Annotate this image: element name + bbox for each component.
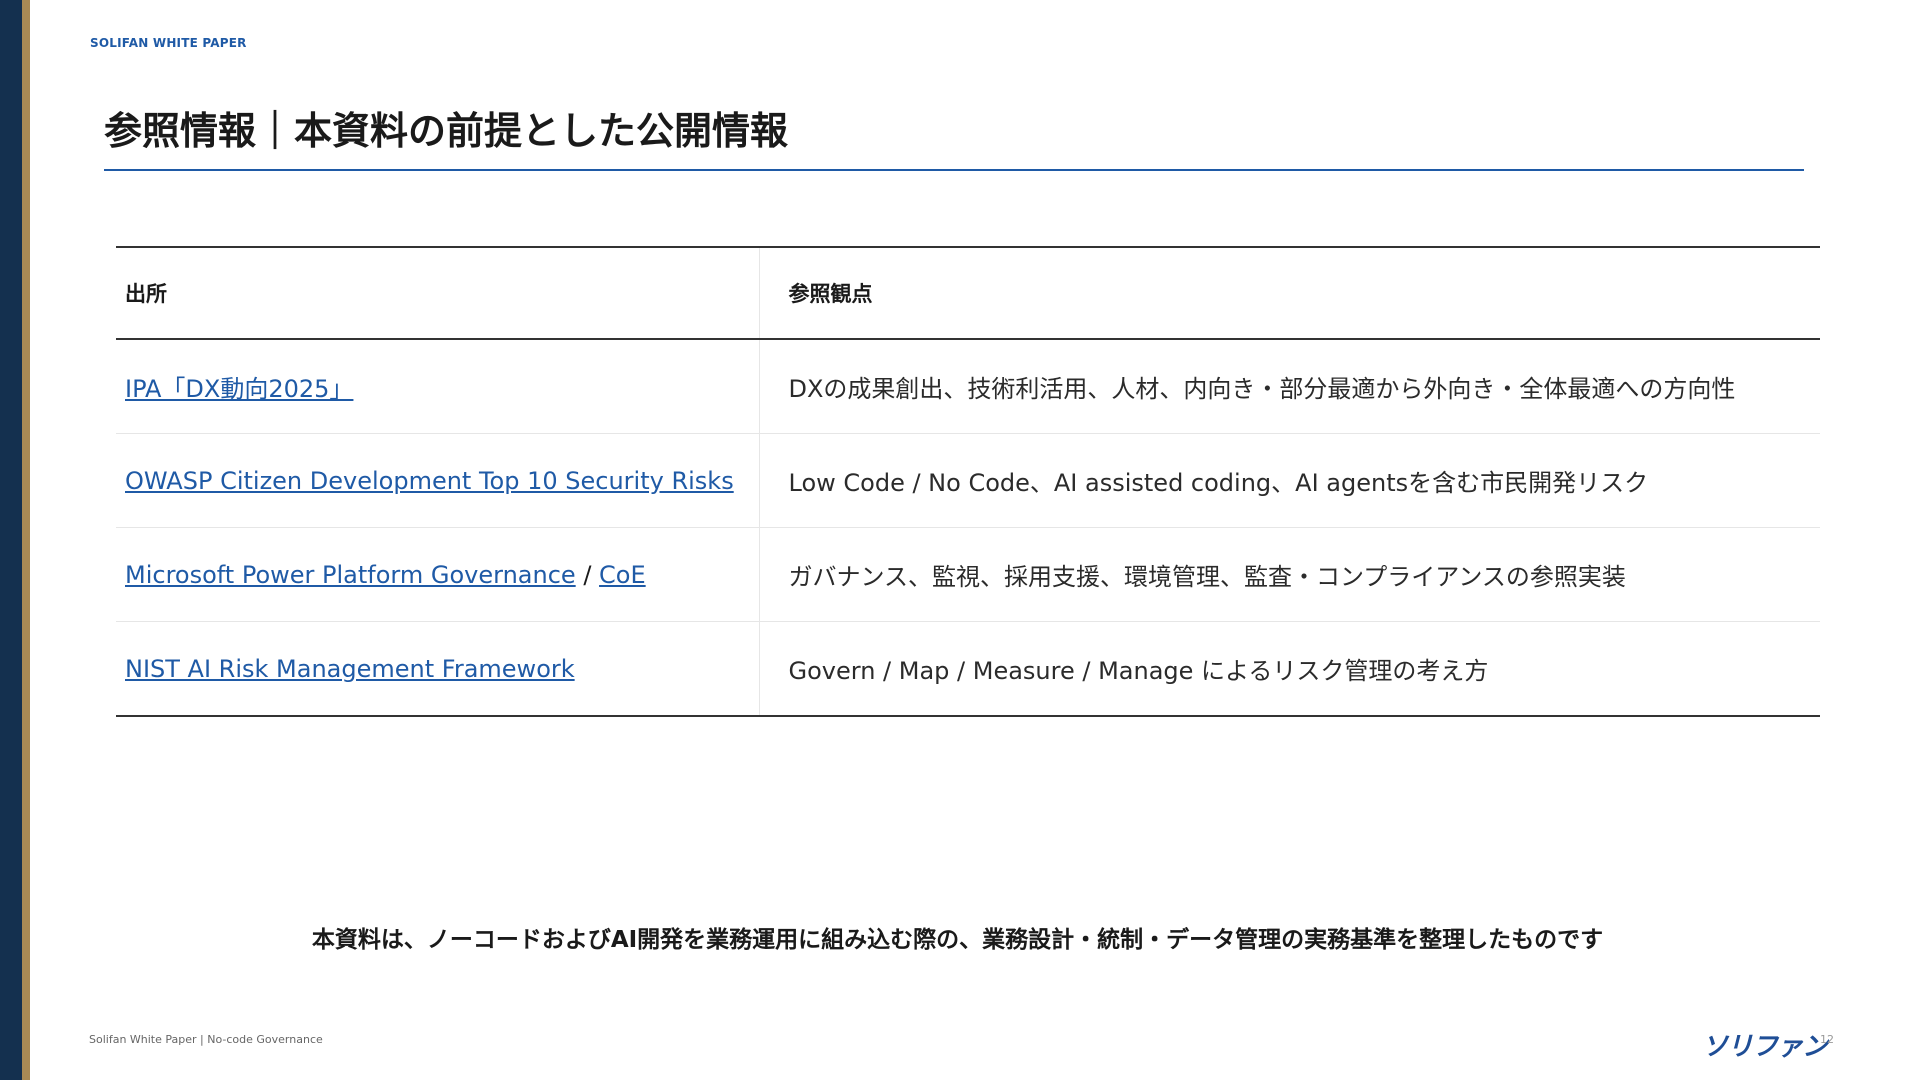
link-separator: / xyxy=(583,560,592,589)
column-header-perspective: 参照観点 xyxy=(758,247,1820,339)
owasp-link[interactable]: OWASP Citizen Development Top 10 Securit… xyxy=(125,467,734,495)
reference-table: 出所 参照観点 IPA「DX動向2025」 DXの成果創出、技術利活用、人材、内… xyxy=(116,246,1820,717)
table-row: IPA「DX動向2025」 DXの成果創出、技術利活用、人材、内向き・部分最適か… xyxy=(116,339,1820,434)
table-row: OWASP Citizen Development Top 10 Securit… xyxy=(116,433,1820,528)
table-row: NIST AI Risk Management Framework Govern… xyxy=(116,621,1820,717)
source-cell: Microsoft Power Platform Governance / Co… xyxy=(116,528,759,622)
nist-ai-rmf-link[interactable]: NIST AI Risk Management Framework xyxy=(125,655,575,683)
perspective-cell: Govern / Map / Measure / Manage によるリスク管理… xyxy=(758,621,1820,716)
coe-link[interactable]: CoE xyxy=(599,561,646,589)
perspective-cell: Low Code / No Code、AI assisted coding、AI… xyxy=(758,433,1820,528)
power-platform-governance-link[interactable]: Microsoft Power Platform Governance xyxy=(125,561,576,589)
perspective-cell: DXの成果創出、技術利活用、人材、内向き・部分最適から外向き・全体最適への方向性 xyxy=(758,339,1820,434)
title-divider xyxy=(104,169,1804,171)
page-number: 12 xyxy=(1820,1033,1834,1046)
page-title: 参照情報｜本資料の前提とした公開情報 xyxy=(104,109,789,153)
summary-statement: 本資料は、ノーコードおよびAI開発を業務運用に組み込む際の、業務設計・統制・デー… xyxy=(311,927,1604,953)
table-header-row: 出所 参照観点 xyxy=(116,247,1820,339)
side-bar-navy xyxy=(0,0,22,1080)
column-header-source: 出所 xyxy=(125,282,167,306)
source-cell: OWASP Citizen Development Top 10 Securit… xyxy=(116,434,759,528)
source-cell: NIST AI Risk Management Framework xyxy=(116,622,759,717)
footer-text: Solifan White Paper | No-code Governance xyxy=(89,1033,323,1046)
table-row: Microsoft Power Platform Governance / Co… xyxy=(116,527,1820,622)
side-bar-gold xyxy=(22,0,30,1080)
ipa-dx-link[interactable]: IPA「DX動向2025」 xyxy=(125,375,353,403)
perspective-cell: ガバナンス、監視、採用支援、環境管理、監査・コンプライアンスの参照実装 xyxy=(758,527,1820,622)
brand-logo: ソリファン xyxy=(1702,1032,1828,1062)
source-cell: IPA「DX動向2025」 xyxy=(116,339,759,434)
header-label: SOLIFAN WHITE PAPER xyxy=(90,36,247,50)
